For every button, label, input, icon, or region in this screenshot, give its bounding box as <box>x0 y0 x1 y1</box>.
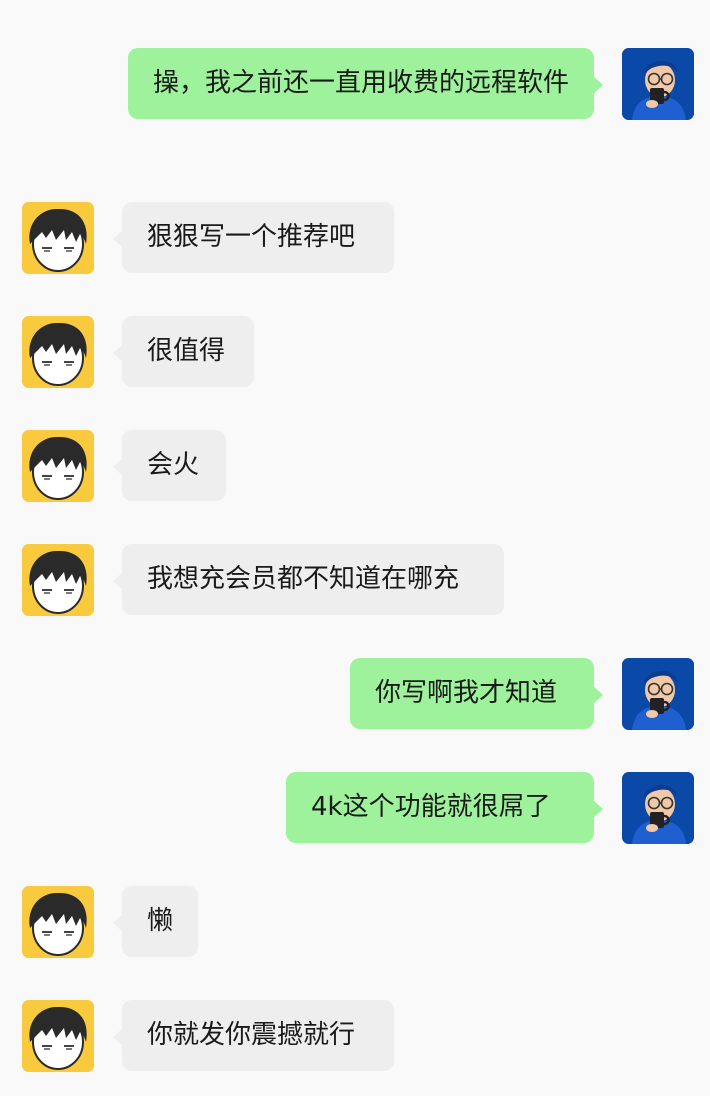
avatar-cartoon-face-icon <box>22 886 94 958</box>
message-text: 很值得 <box>147 336 226 366</box>
message-text: 会火 <box>147 450 200 480</box>
avatar-3d-man-with-mug-icon <box>622 48 694 120</box>
chat-message-list[interactable]: 操，我之前还一直用收费的远程软件 狠狠写一个推荐吧 很值得 会火 我想充会员都不… <box>0 0 710 1096</box>
message-bubble-received[interactable]: 狠狠写一个推荐吧 <box>113 202 394 273</box>
message-bubble-received[interactable]: 会火 <box>113 430 226 501</box>
contact-avatar-icon[interactable] <box>22 544 94 616</box>
avatar-3d-man-with-mug-icon <box>622 772 694 844</box>
contact-avatar-icon[interactable] <box>22 430 94 502</box>
user-avatar-icon[interactable] <box>622 48 694 120</box>
avatar-cartoon-face-icon <box>22 430 94 502</box>
avatar-cartoon-face-icon <box>22 202 94 274</box>
message-text: 你就发你震撼就行 <box>147 1020 356 1050</box>
message-bubble-sent[interactable]: 4k这个功能就很屌了 <box>286 772 603 843</box>
avatar-cartoon-face-icon <box>22 544 94 616</box>
contact-avatar-icon[interactable] <box>22 316 94 388</box>
message-bubble-received[interactable]: 懒 <box>113 886 198 957</box>
message-text: 4k这个功能就很屌了 <box>311 792 551 822</box>
user-avatar-icon[interactable] <box>622 658 694 730</box>
avatar-cartoon-face-icon <box>22 1000 94 1072</box>
message-bubble-received[interactable]: 很值得 <box>113 316 254 387</box>
contact-avatar-icon[interactable] <box>22 202 94 274</box>
avatar-3d-man-with-mug-icon <box>622 658 694 730</box>
contact-avatar-icon[interactable] <box>22 886 94 958</box>
message-bubble-received[interactable]: 我想充会员都不知道在哪充 <box>113 544 504 615</box>
cut-off-timestamp <box>312 0 352 2</box>
message-text: 你写啊我才知道 <box>375 678 558 708</box>
message-text: 懒 <box>147 906 174 936</box>
message-text: 我想充会员都不知道在哪充 <box>147 564 460 594</box>
message-bubble-sent[interactable]: 操，我之前还一直用收费的远程软件 <box>128 48 603 119</box>
user-avatar-icon[interactable] <box>622 772 694 844</box>
message-bubble-received[interactable]: 你就发你震撼就行 <box>113 1000 394 1071</box>
message-bubble-sent[interactable]: 你写啊我才知道 <box>350 658 603 729</box>
avatar-cartoon-face-icon <box>22 316 94 388</box>
message-text: 狠狠写一个推荐吧 <box>147 222 356 252</box>
contact-avatar-icon[interactable] <box>22 1000 94 1072</box>
message-text: 操，我之前还一直用收费的远程软件 <box>153 68 570 98</box>
